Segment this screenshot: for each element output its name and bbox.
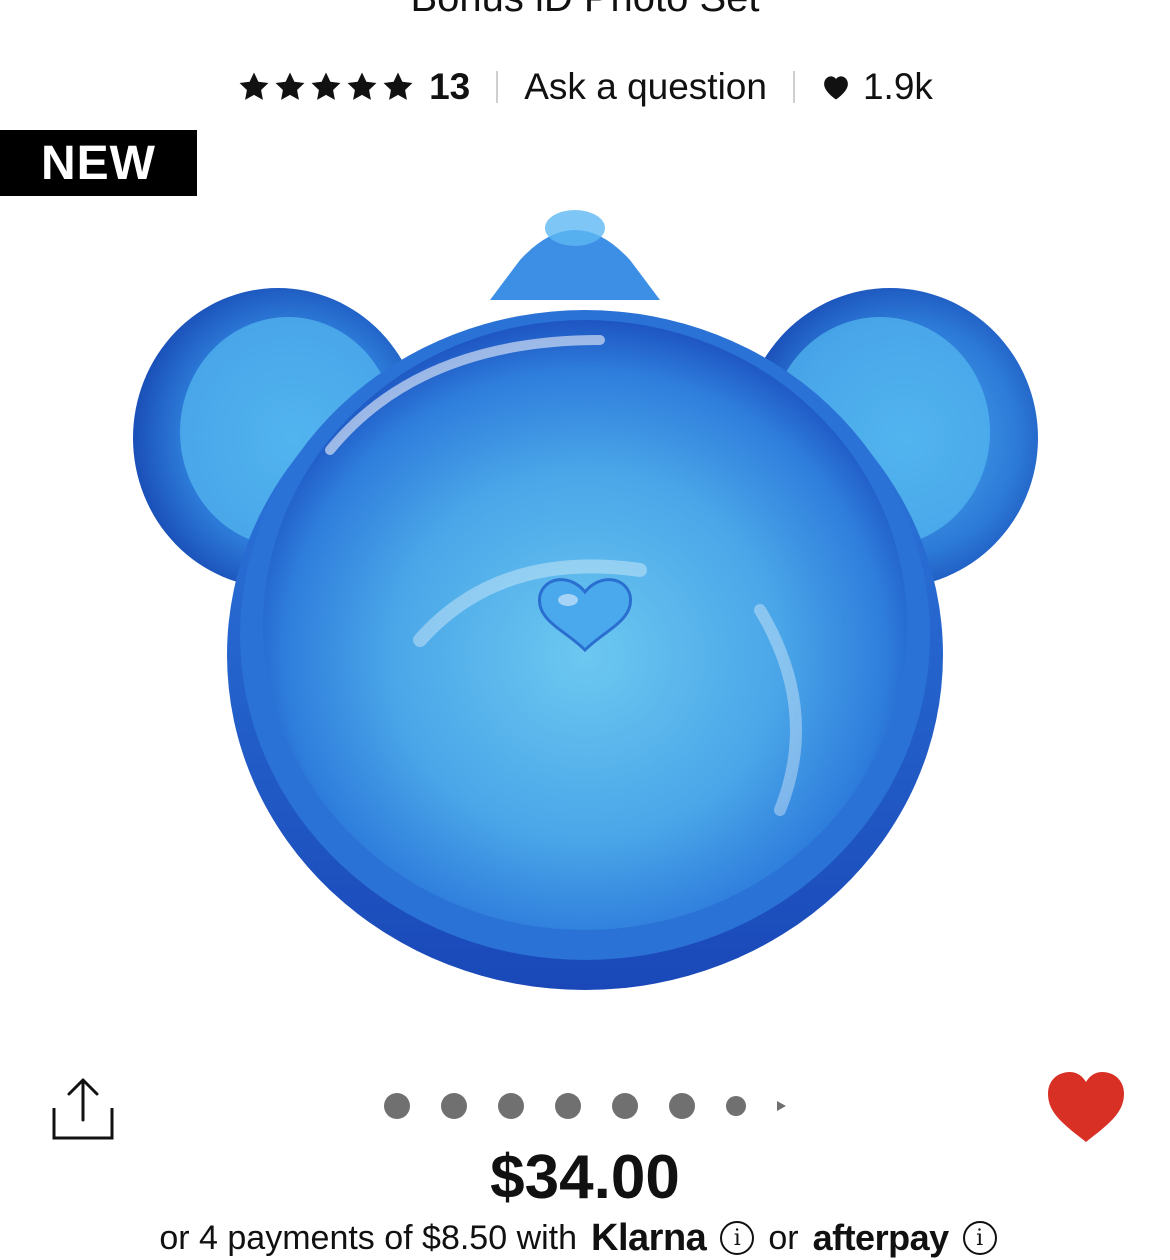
star-icon [275, 72, 305, 100]
loves-count: 1.9k [862, 66, 933, 107]
carousel-dot[interactable] [726, 1096, 746, 1116]
carousel-dot[interactable] [612, 1093, 638, 1119]
favorite-heart-icon[interactable] [1046, 1070, 1126, 1144]
carousel-dot[interactable] [441, 1093, 467, 1119]
rating-stars[interactable] [237, 70, 415, 104]
or-label: or [768, 1218, 799, 1257]
installment-info: or 4 payments of $8.50 with Klarna i or … [0, 1216, 1170, 1259]
product-image[interactable] [0, 190, 1170, 1010]
carousel-more-indicator [777, 1101, 786, 1111]
afterpay-logo: afterpay [812, 1217, 950, 1258]
divider [496, 71, 499, 103]
new-badge: NEW [0, 130, 197, 196]
image-carousel-dots[interactable] [0, 1092, 1170, 1120]
price: $34.00 [490, 1143, 680, 1212]
heart-icon [824, 76, 848, 100]
installment-text: or 4 payments of $8.50 with [159, 1218, 578, 1257]
klarna-logo: Klarna [591, 1216, 707, 1259]
star-icon [239, 72, 269, 100]
carousel-dot[interactable] [384, 1093, 410, 1119]
ask-question-link[interactable]: Ask a question [524, 66, 767, 108]
carousel-dot[interactable] [669, 1093, 695, 1119]
loves-count-group: 1.9k [821, 66, 933, 108]
star-icon [347, 72, 377, 100]
carousel-dot[interactable] [498, 1093, 524, 1119]
product-meta-row: 13 Ask a question 1.9k [0, 60, 1170, 114]
divider [792, 71, 795, 103]
product-title: Bonus iD Photo Set [0, 0, 1170, 18]
review-count[interactable]: 13 [429, 66, 470, 108]
star-icon [311, 72, 341, 100]
carousel-dot[interactable] [555, 1093, 581, 1119]
star-icon [383, 72, 413, 100]
